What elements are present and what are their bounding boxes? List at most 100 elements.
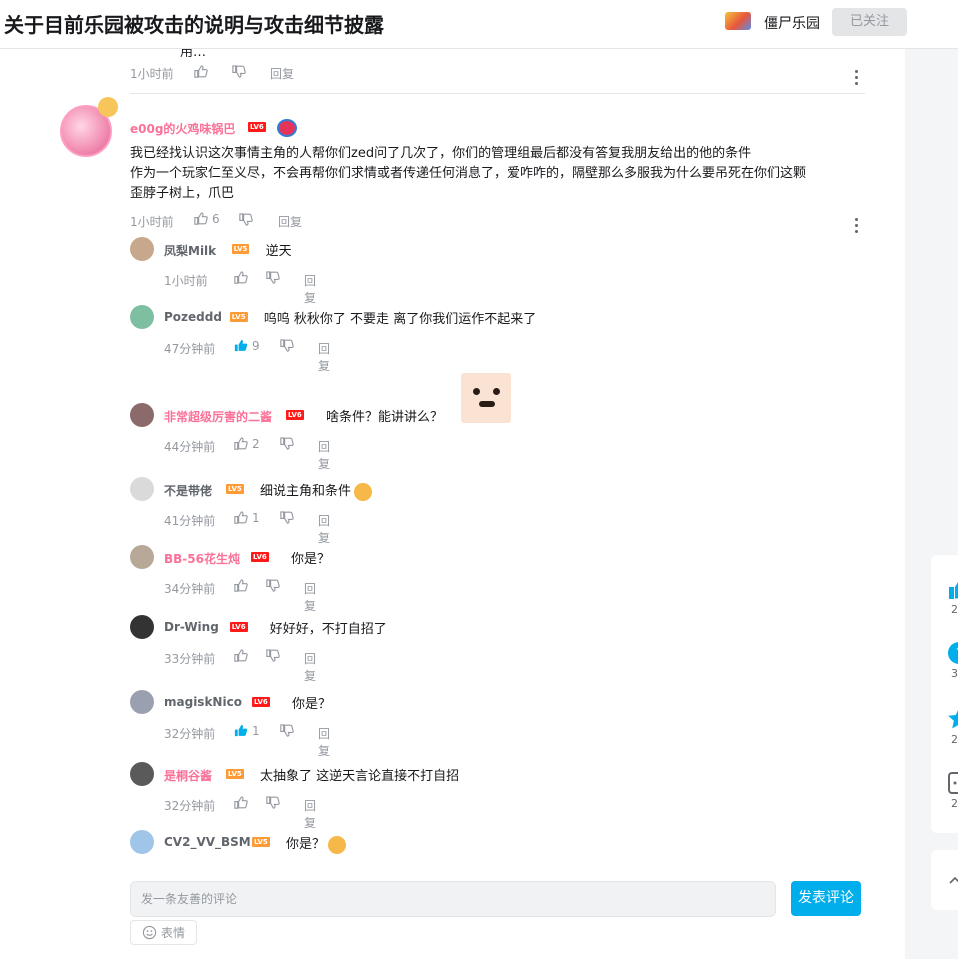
reply-text: 你是？ [292,693,331,712]
avatar[interactable] [130,477,154,501]
reply-button[interactable]: 回复 [278,213,302,230]
reply-text-content: 你是？ [286,837,326,852]
thumbs-up-icon [234,437,248,450]
up-avatar[interactable] [725,12,751,30]
more-options-icon[interactable] [855,70,859,88]
dislike-button[interactable] [265,795,280,814]
thumbs-down-icon [266,649,280,662]
comment-action[interactable] [947,771,958,799]
reply-button[interactable]: 回复 [304,797,316,831]
like-button[interactable] [233,578,252,593]
like-button[interactable]: 6 [193,211,220,226]
reply-button[interactable]: 回复 [318,340,330,374]
dislike-button[interactable] [279,338,294,357]
dislike-button[interactable] [279,436,294,455]
reply-username[interactable]: Pozeddd [164,310,222,324]
dislike-button[interactable] [279,723,294,742]
dislike-button[interactable] [265,270,280,289]
reply-username[interactable]: CV2_VV_BSM [164,835,251,849]
avatar[interactable] [130,762,154,786]
avatar[interactable] [130,305,154,329]
reply-button[interactable]: 回复 [318,438,330,472]
follow-button[interactable]: 已关注 [832,8,907,36]
dislike-button[interactable] [265,648,280,667]
like-button[interactable]: 1 [233,723,260,738]
reply-username[interactable]: Dr-Wing [164,620,219,634]
thumbs-down-icon [280,724,294,737]
like-button[interactable] [233,270,252,285]
reply-username[interactable]: magiskNico [164,695,242,709]
comment-username[interactable]: e00g的火鸡味锅巴 [130,120,235,137]
thumbs-down-icon [239,213,253,226]
thumbs-up-icon [234,579,248,592]
avatar[interactable] [130,403,154,427]
thumbs-up-icon [234,649,248,662]
reply-time: 34分钟前 [164,582,216,596]
comment-count: 2 [951,797,958,810]
reply-username[interactable]: 是桐谷酱 [164,767,212,784]
avatar[interactable] [130,545,154,569]
thumbs-down-icon [266,579,280,592]
reply-button[interactable]: 回复 [270,65,294,82]
avatar[interactable] [60,97,118,157]
thumbs-down-icon [280,511,294,524]
reply-button[interactable]: 回复 [304,272,316,306]
reply-username[interactable]: BB-56花生炖 [164,550,240,567]
emoji-button[interactable]: 表情 [130,920,197,945]
comment-time: 1小时前 [130,67,174,81]
like-button[interactable] [193,64,208,79]
avatar[interactable] [130,615,154,639]
reply-text-content: 逆天 [265,244,292,259]
thumbs-down-icon [266,271,280,284]
dislike-button[interactable] [265,578,280,597]
level-badge: LV5 [229,312,248,322]
coin-action[interactable]: ? [947,641,958,669]
send-comment-button[interactable]: 发表评论 [791,881,861,916]
avatar[interactable] [130,237,154,261]
like-button[interactable] [233,648,252,663]
coin-count: 3 [951,667,958,680]
prev-comment-text: 用… [180,49,207,60]
reply-button[interactable]: 回复 [318,512,330,546]
level-badge: LV6 [251,552,269,562]
more-options-icon[interactable] [855,218,859,236]
thumbs-up-icon [949,582,958,599]
favorite-action[interactable] [947,707,958,735]
reply-text: 你是？ [286,833,347,854]
dislike-button[interactable] [238,212,253,231]
reply-text: 好好好，不打自招了 [270,618,387,637]
dislike-button[interactable] [231,64,246,83]
reply-username[interactable]: 非常超级厉害的二酱 [164,408,272,425]
reply-username[interactable]: 凤梨Milk [164,242,216,259]
reply-username[interactable]: 不是带佬 [164,482,212,499]
level-badge: LV6 [286,410,304,420]
like-button[interactable]: 9 [233,338,260,353]
like-count: 1 [252,723,260,738]
like-count: 1 [252,510,260,525]
reply-text-content: 细说主角和条件 [260,484,352,499]
like-button[interactable]: 2 [233,436,260,451]
thumbs-up-icon [234,271,248,284]
reply-time: 32分钟前 [164,799,216,813]
reply-text-content: 太抽象了 这逆天言论直接不打自招 [260,769,460,784]
level-badge: LV6 [252,697,270,707]
comment-line: 作为一个玩家仁至义尽，不会再帮你们求情或者传递任何消息了，爱咋咋的，隔壁那么多服… [130,166,807,181]
smiley-icon [142,925,157,940]
reply-text: 啥条件？能讲讲么？ [326,406,443,425]
reply-button[interactable]: 回复 [304,580,316,614]
reply-button[interactable]: 回复 [304,650,316,684]
dislike-button[interactable] [279,510,294,529]
comment-input[interactable]: 发一条友善的评论 [130,881,776,917]
avatar[interactable] [130,690,154,714]
back-to-top-button[interactable] [931,850,958,910]
like-button[interactable]: 1 [233,510,260,525]
avatar[interactable] [130,830,154,854]
like-button[interactable] [233,795,252,810]
like-count: 6 [212,211,220,226]
like-action[interactable] [947,577,958,605]
thumbs-down-icon [280,339,294,352]
star-icon [948,710,958,729]
reply-button[interactable]: 回复 [318,725,330,759]
reply-text: 你是？ [291,548,330,567]
up-name[interactable]: 僵尸乐园 [764,13,820,33]
